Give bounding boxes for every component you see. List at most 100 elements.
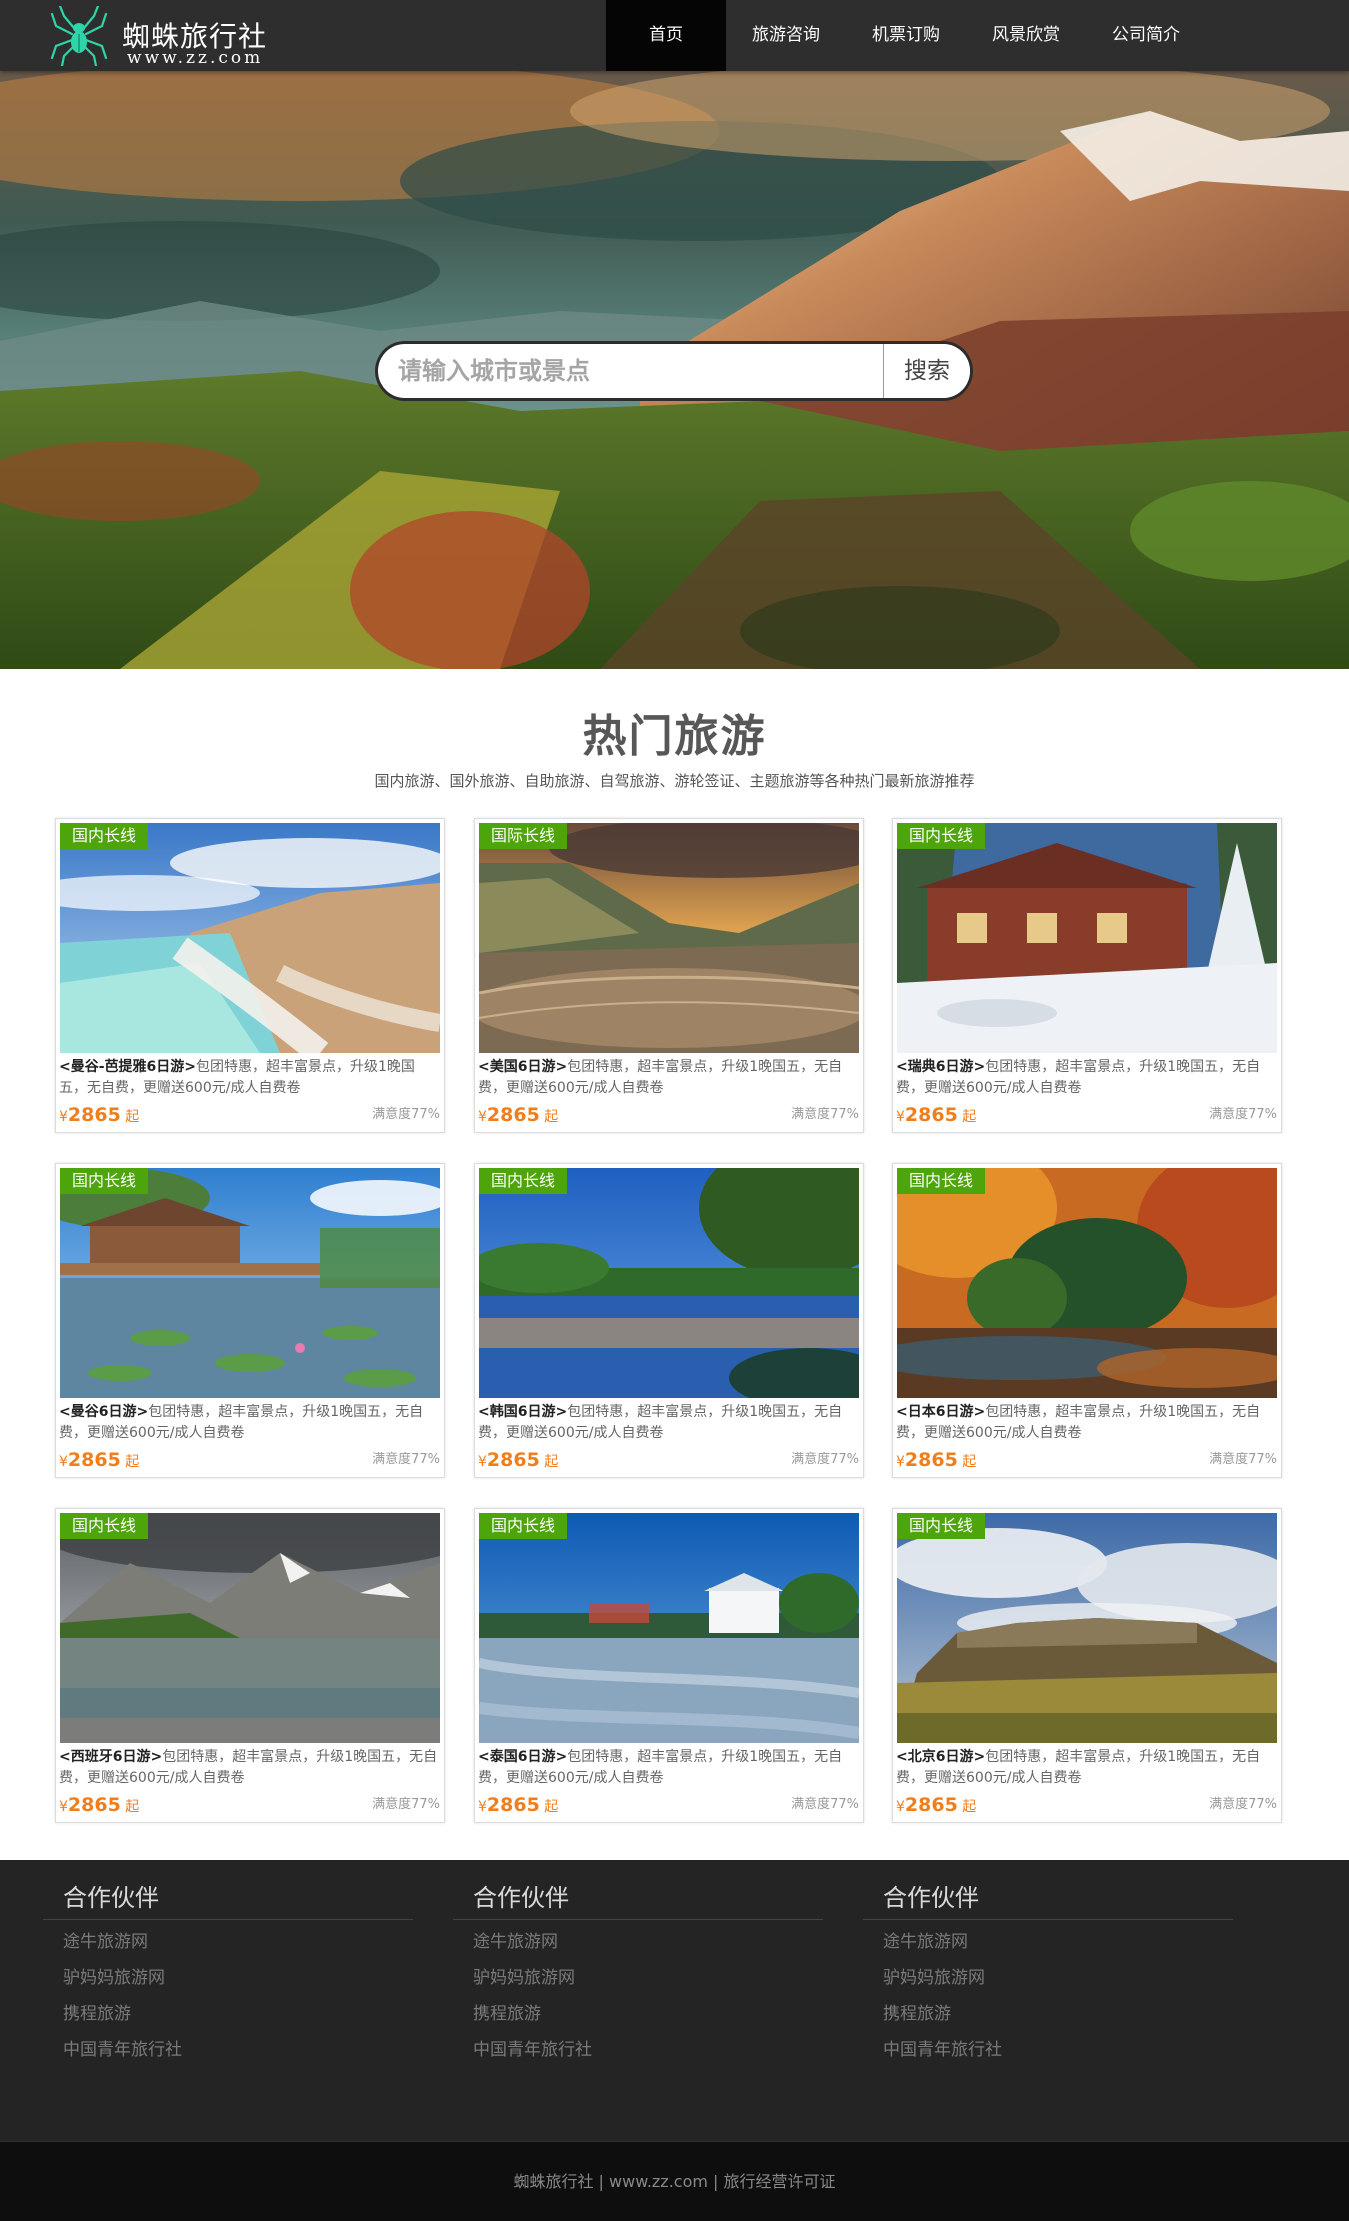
footer-link[interactable]: 途牛旅游网 — [453, 1929, 823, 1956]
tour-price: ¥2865 起 — [59, 1449, 139, 1471]
tour-satisfaction: 满意度77% — [372, 1797, 440, 1812]
footer-column: 合作伙伴 途牛旅游网 驴妈妈旅游网 携程旅游 中国青年旅行社 — [863, 1882, 1233, 2064]
tour-image[interactable] — [60, 1168, 440, 1398]
site-header: 蜘蛛旅行社 www.zz.com 首页 旅游咨询 机票订购 风景欣赏 公司简介 — [0, 0, 1349, 71]
logo-url: www.zz.com — [127, 48, 264, 68]
tour-card[interactable]: 国内长线 <西班牙6日游>包团特惠，超丰富景点，升级1晚国五，无自费，更赠送60… — [55, 1508, 445, 1823]
tour-name[interactable]: <曼谷-芭提雅6日游> — [59, 1059, 196, 1075]
tour-image[interactable] — [60, 823, 440, 1053]
tour-tag: 国内长线 — [60, 823, 149, 849]
price-currency: ¥ — [59, 1799, 68, 1815]
footer-link[interactable]: 途牛旅游网 — [863, 1929, 1233, 1956]
price-currency: ¥ — [478, 1454, 487, 1470]
tour-tag: 国内长线 — [60, 1513, 149, 1539]
footer-link[interactable]: 携程旅游 — [863, 2001, 1233, 2028]
footer-column-title: 合作伙伴 — [453, 1882, 823, 1920]
price-value: 2865 — [67, 1794, 121, 1816]
tour-card[interactable]: 国际长线 <美国6日游>包团特惠，超丰富景点，升级1晚国五，无自费，更赠送600… — [474, 818, 864, 1133]
footer-column: 合作伙伴 途牛旅游网 驴妈妈旅游网 携程旅游 中国青年旅行社 — [43, 1882, 413, 2064]
footer-link[interactable]: 携程旅游 — [43, 2001, 413, 2028]
tour-image[interactable] — [897, 1513, 1277, 1743]
tour-image[interactable] — [60, 1513, 440, 1743]
price-suffix: 起 — [962, 1454, 977, 1470]
tour-description: <韩国6日游>包团特惠，超丰富景点，升级1晚国五，无自费，更赠送600元/成人自… — [478, 1402, 860, 1444]
section-title: 热门旅游 — [582, 711, 767, 762]
price-suffix: 起 — [544, 1799, 559, 1815]
tour-card[interactable]: 国内长线 <泰国6日游>包团特惠，超丰富景点，升级1晚国五，无自费，更赠送600… — [474, 1508, 864, 1823]
tour-name[interactable]: <西班牙6日游> — [59, 1749, 162, 1765]
price-value: 2865 — [904, 1449, 958, 1471]
footer-link[interactable]: 驴妈妈旅游网 — [863, 1965, 1233, 1992]
price-value: 2865 — [486, 1794, 540, 1816]
footer-link[interactable]: 途牛旅游网 — [43, 1929, 413, 1956]
tour-satisfaction: 满意度77% — [791, 1797, 859, 1812]
tour-image[interactable] — [479, 1168, 859, 1398]
site-logo[interactable]: 蜘蛛旅行社 www.zz.com — [50, 6, 280, 68]
tour-name[interactable]: <北京6日游> — [896, 1749, 985, 1765]
tour-tag: 国内长线 — [479, 1513, 568, 1539]
tour-description: <美国6日游>包团特惠，超丰富景点，升级1晚国五，无自费，更赠送600元/成人自… — [478, 1057, 860, 1099]
tour-satisfaction: 满意度77% — [1209, 1107, 1277, 1122]
price-currency: ¥ — [896, 1454, 905, 1470]
price-currency: ¥ — [896, 1109, 905, 1125]
tour-card[interactable]: 国内长线 <瑞典6日游>包团特惠，超丰富景点，升级1晚国五，无自费，更赠送600… — [892, 818, 1282, 1133]
tour-tag: 国内长线 — [479, 1168, 568, 1194]
search-button[interactable]: 搜索 — [883, 344, 970, 398]
tour-price: ¥2865 起 — [478, 1104, 558, 1126]
price-suffix: 起 — [544, 1109, 559, 1125]
main-nav: 首页 旅游咨询 机票订购 风景欣赏 公司简介 — [606, 0, 1206, 71]
price-currency: ¥ — [478, 1109, 487, 1125]
price-suffix: 起 — [125, 1454, 140, 1470]
nav-travel-consult[interactable]: 旅游咨询 — [726, 0, 846, 71]
tour-description: <日本6日游>包团特惠，超丰富景点，升级1晚国五，无自费，更赠送600元/成人自… — [896, 1402, 1278, 1444]
tour-name[interactable]: <韩国6日游> — [478, 1404, 567, 1420]
tour-satisfaction: 满意度77% — [372, 1452, 440, 1467]
nav-company-intro[interactable]: 公司简介 — [1086, 0, 1206, 71]
footer-link[interactable]: 中国青年旅行社 — [453, 2037, 823, 2064]
price-suffix: 起 — [125, 1109, 140, 1125]
price-suffix: 起 — [125, 1799, 140, 1815]
footer-link[interactable]: 驴妈妈旅游网 — [43, 1965, 413, 1992]
tour-card[interactable]: 国内长线 <曼谷-芭提雅6日游>包团特惠，超丰富景点，升级1晚国五，无自费，更赠… — [55, 818, 445, 1133]
tour-satisfaction: 满意度77% — [372, 1107, 440, 1122]
tour-name[interactable]: <日本6日游> — [896, 1404, 985, 1420]
tour-price: ¥2865 起 — [478, 1449, 558, 1471]
tour-price: ¥2865 起 — [59, 1104, 139, 1126]
nav-home[interactable]: 首页 — [606, 0, 726, 71]
price-currency: ¥ — [59, 1454, 68, 1470]
tour-image[interactable] — [897, 823, 1277, 1053]
tour-card[interactable]: 国内长线 <北京6日游>包团特惠，超丰富景点，升级1晚国五，无自费，更赠送600… — [892, 1508, 1282, 1823]
tour-name[interactable]: <美国6日游> — [478, 1059, 567, 1075]
tour-description: <瑞典6日游>包团特惠，超丰富景点，升级1晚国五，无自费，更赠送600元/成人自… — [896, 1057, 1278, 1099]
tour-card[interactable]: 国内长线 <韩国6日游>包团特惠，超丰富景点，升级1晚国五，无自费，更赠送600… — [474, 1163, 864, 1478]
tour-satisfaction: 满意度77% — [1209, 1452, 1277, 1467]
tour-image[interactable] — [897, 1168, 1277, 1398]
nav-scenery[interactable]: 风景欣赏 — [966, 0, 1086, 71]
footer-link[interactable]: 中国青年旅行社 — [863, 2037, 1233, 2064]
nav-flight-booking[interactable]: 机票订购 — [846, 0, 966, 71]
price-suffix: 起 — [544, 1454, 559, 1470]
footer-link[interactable]: 携程旅游 — [453, 2001, 823, 2028]
price-currency: ¥ — [896, 1799, 905, 1815]
tour-description: <泰国6日游>包团特惠，超丰富景点，升级1晚国五，无自费，更赠送600元/成人自… — [478, 1747, 860, 1789]
tour-price: ¥2865 起 — [896, 1104, 976, 1126]
copyright-bar: 蜘蛛旅行社 | www.zz.com | 旅行经营许可证 — [0, 2141, 1349, 2221]
tour-name[interactable]: <瑞典6日游> — [896, 1059, 985, 1075]
tour-satisfaction: 满意度77% — [1209, 1797, 1277, 1812]
tour-image[interactable] — [479, 823, 859, 1053]
footer-link[interactable]: 中国青年旅行社 — [43, 2037, 413, 2064]
search-box-inner: 搜索 — [378, 344, 970, 398]
spider-icon — [50, 6, 108, 66]
footer-link[interactable]: 驴妈妈旅游网 — [453, 1965, 823, 1992]
price-value: 2865 — [486, 1104, 540, 1126]
tour-card[interactable]: 国内长线 <日本6日游>包团特惠，超丰富景点，升级1晚国五，无自费，更赠送600… — [892, 1163, 1282, 1478]
tour-satisfaction: 满意度77% — [791, 1452, 859, 1467]
tour-name[interactable]: <泰国6日游> — [478, 1749, 567, 1765]
tour-name[interactable]: <曼谷6日游> — [59, 1404, 148, 1420]
search-input[interactable] — [378, 344, 883, 398]
tour-image[interactable] — [479, 1513, 859, 1743]
price-value: 2865 — [486, 1449, 540, 1471]
tour-card[interactable]: 国内长线 <曼谷6日游>包团特惠，超丰富景点，升级1晚国五，无自费，更赠送600… — [55, 1163, 445, 1478]
price-suffix: 起 — [962, 1109, 977, 1125]
search-box: 搜索 — [375, 341, 973, 401]
